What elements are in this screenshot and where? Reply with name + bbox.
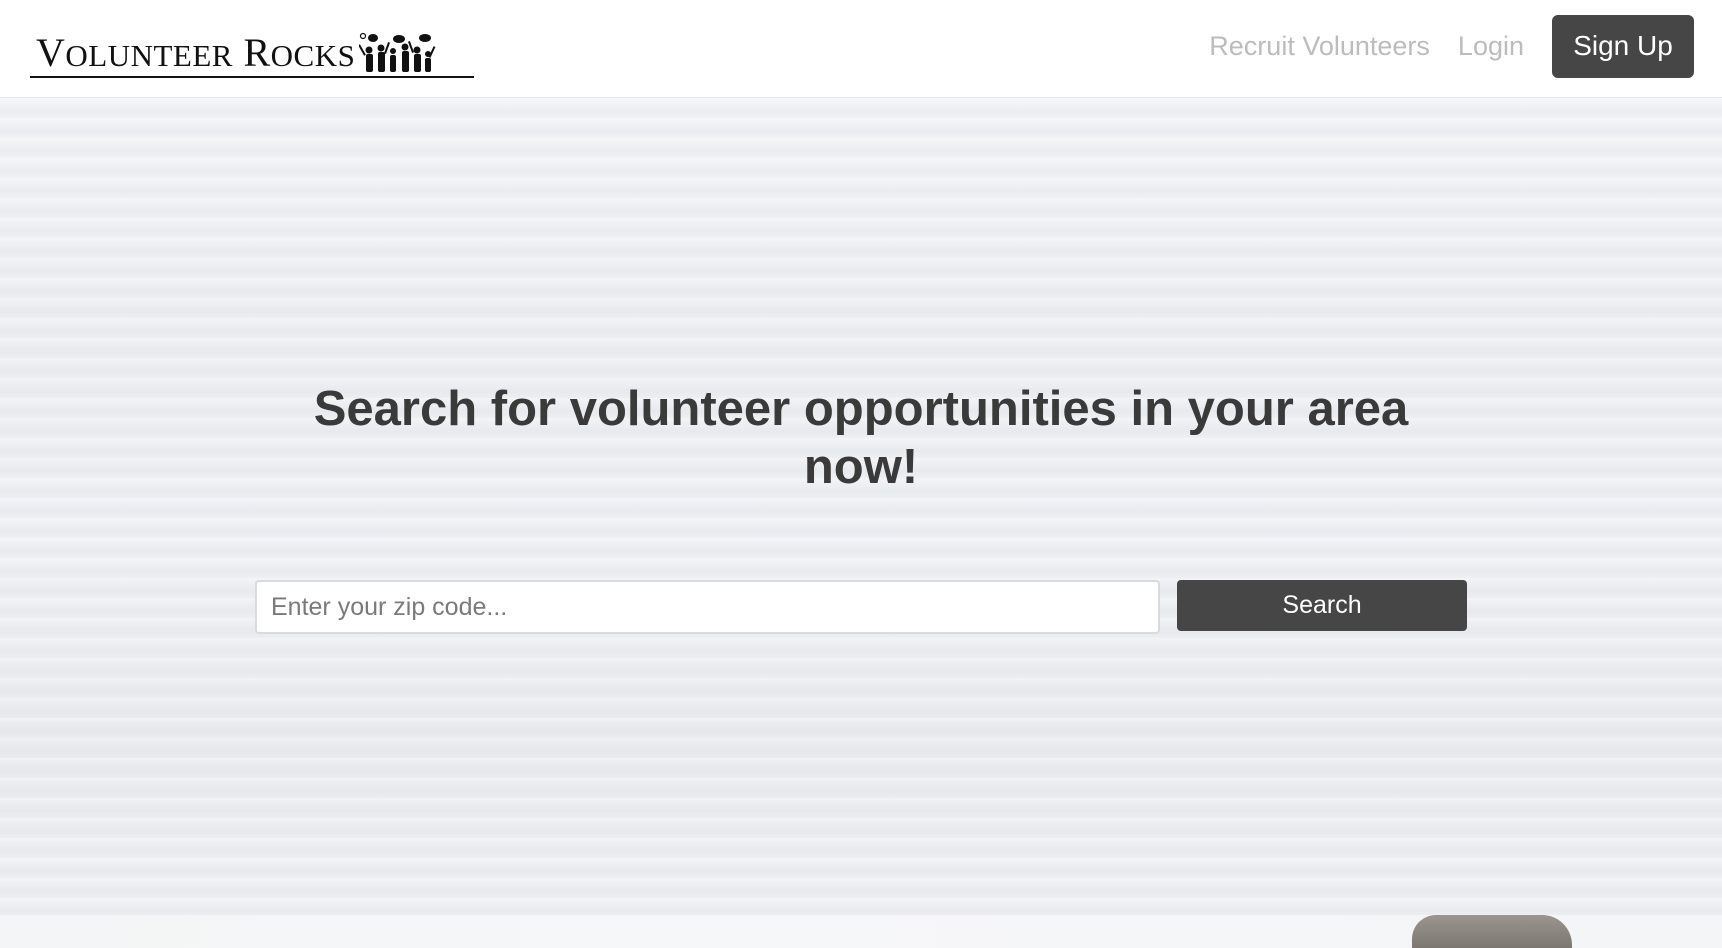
- signup-button[interactable]: Sign Up: [1552, 14, 1694, 78]
- logo-wordmark: VOLUNTEER ROCKS: [36, 30, 356, 75]
- site-logo[interactable]: VOLUNTEER ROCKS: [30, 26, 476, 78]
- nav-login-link[interactable]: Login: [1458, 31, 1524, 62]
- search-button[interactable]: Search: [1177, 580, 1467, 631]
- hero-section: Search for volunteer opportunities in yo…: [0, 98, 1722, 915]
- zip-code-input[interactable]: [255, 580, 1160, 634]
- hero-title: Search for volunteer opportunities in yo…: [313, 382, 1409, 494]
- nav-recruit-volunteers-link[interactable]: Recruit Volunteers: [1209, 31, 1430, 62]
- volunteers-silhouette-icon: [359, 32, 436, 72]
- rock-image: [1412, 915, 1572, 948]
- logo-underline: [30, 76, 474, 78]
- site-header: VOLUNTEER ROCKS Recruit Volunteers Login…: [0, 0, 1722, 98]
- main-nav: Recruit Volunteers Login Sign Up: [1209, 14, 1694, 78]
- next-section-preview: [0, 915, 1722, 948]
